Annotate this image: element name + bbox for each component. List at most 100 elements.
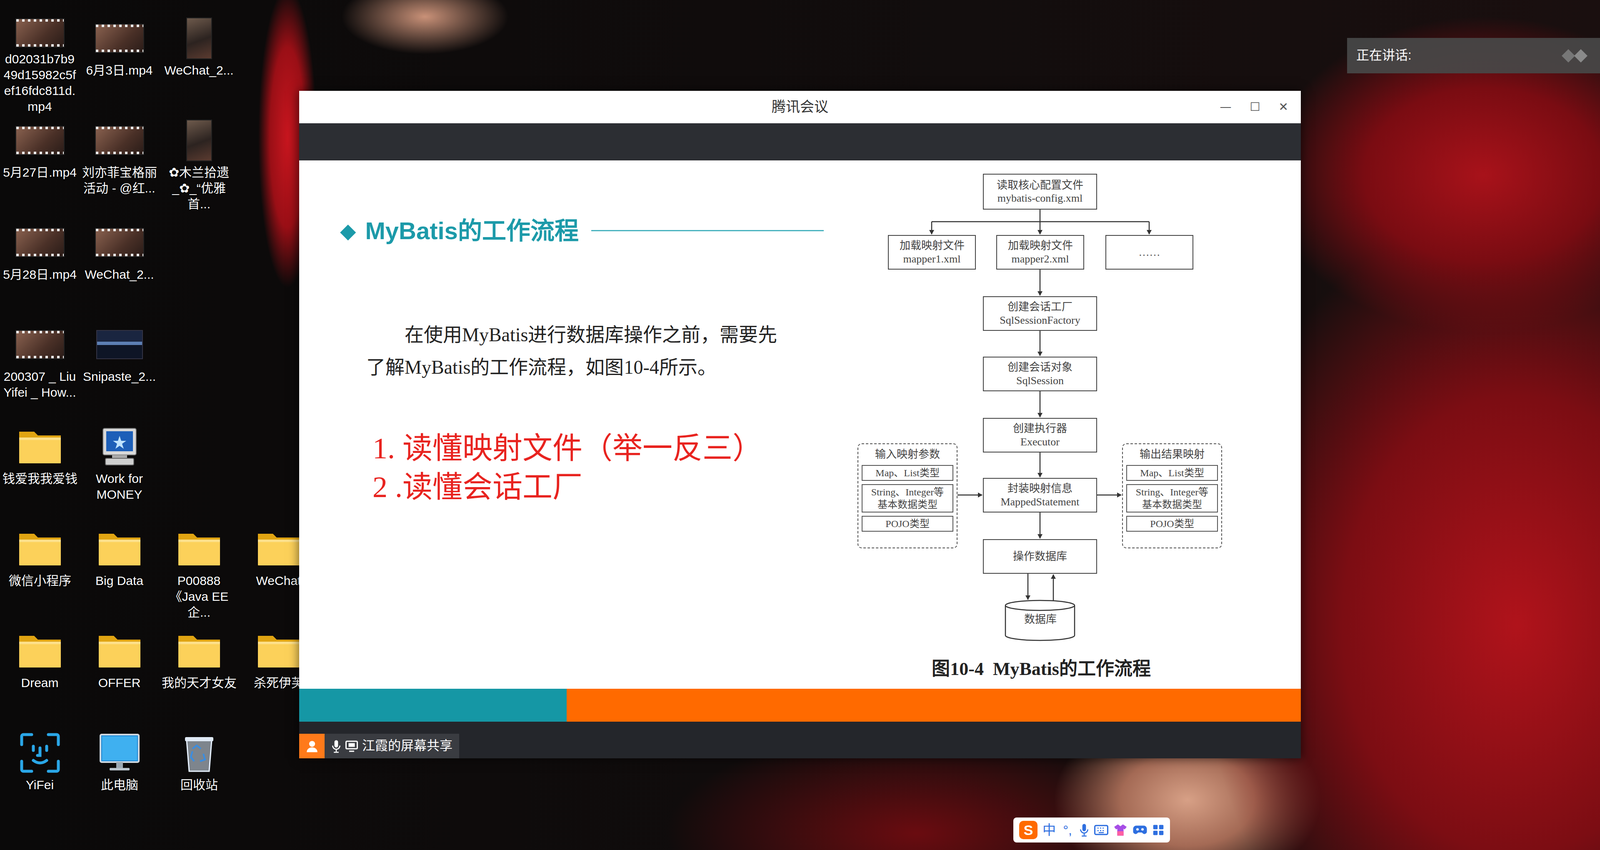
icon-label: 微信小程序 [2, 572, 78, 589]
slide-title: MyBatis的工作流程 [365, 215, 579, 247]
desktop-icon[interactable]: YiFei [0, 727, 80, 830]
person-icon[interactable] [299, 733, 325, 759]
output-mapping-group: 输出结果映射Map、List类型String、Integer等基本数据类型POJ… [1122, 443, 1223, 549]
flow-node: 封装映射信息MappedStatement [982, 477, 1098, 513]
thumbnail [95, 23, 145, 53]
flow-node: 操作数据库 [982, 539, 1098, 574]
desktop-row: 200307 _ Liu Yifei _ How...Snipaste_2... [0, 318, 319, 421]
ime-mode-button[interactable]: °, [1060, 822, 1075, 838]
mic-icon[interactable] [1079, 823, 1090, 837]
shirt-icon[interactable] [1113, 823, 1128, 837]
node-line: 操作数据库 [1012, 550, 1068, 563]
maximize-button[interactable]: ☐ [1249, 98, 1260, 116]
node-line: 加载映射文件 [1007, 239, 1073, 253]
share-label[interactable]: 江霞的屏幕共享 [324, 733, 460, 759]
meeting-window: 腾讯会议 — ☐ ✕ ◆ MyBatis的工作流程在使用MyBatis进行数据库操作之… [299, 90, 1301, 759]
speaking-label: 正在讲话: [1356, 45, 1412, 66]
desktop-icon[interactable]: 回收站 [159, 727, 239, 830]
key-point: 1. 读懂映射文件（举一反三） [372, 429, 858, 468]
title-bar: 腾讯会议 — ☐ ✕ [299, 90, 1301, 124]
group-item: Map、List类型 [861, 465, 954, 481]
icon-label: 刘亦菲宝格丽活动 - @红... [81, 164, 158, 197]
desktop-icon[interactable]: 钱爱我我爱钱 [0, 420, 80, 523]
diamond-icon: ◆ [340, 220, 356, 242]
folder-icon [256, 527, 302, 570]
folder-icon [17, 527, 63, 570]
desktop-icon[interactable]: ✿木兰拾遗_✿_“优雅首... [159, 114, 239, 217]
icon-label: 200307 _ Liu Yifei _ How... [2, 368, 78, 401]
grid-icon[interactable] [1152, 824, 1165, 836]
computer-icon [99, 425, 140, 468]
window-controls: — ☐ ✕ [1219, 98, 1301, 116]
item-line: POJO类型 [863, 517, 952, 530]
group-item: POJO类型 [861, 515, 954, 532]
desktop-icon[interactable]: WeChat_2... [79, 216, 160, 319]
desktop-icon[interactable]: 200307 _ Liu Yifei _ How... [0, 318, 80, 421]
desktop-icon[interactable]: P00888《Java EE企... [159, 522, 239, 625]
desktop-row: YiFei此电脑回收站 [0, 727, 319, 830]
minimize-button[interactable]: — [1219, 98, 1232, 116]
close-button[interactable]: ✕ [1278, 98, 1289, 116]
folder-icon [17, 425, 63, 468]
keyboard-icon[interactable] [1094, 824, 1109, 836]
item-line: 基本数据类型 [863, 498, 952, 511]
face-id-icon [19, 732, 61, 774]
icon-label: 5月27日.mp4 [2, 164, 78, 181]
key-point: 2 .读懂会话工厂 [372, 467, 858, 507]
icon-label: WeChat_2... [81, 266, 158, 283]
node-line: mybatis-config.xml [997, 191, 1083, 205]
desktop-icon[interactable]: Big Data [79, 522, 160, 625]
flow-diagram: 读取核心配置文件mybatis-config.xml加载映射文件mapper1.… [857, 168, 1225, 686]
desktop-icon[interactable]: d02031b7b949d15982c5fef16fdc811d.mp4 [0, 12, 80, 115]
desktop-icon[interactable]: 6月3日.mp4 [79, 12, 160, 115]
node-line: SqlSession [1016, 374, 1064, 388]
slide-paragraph: 在使用MyBatis进行数据库操作之前，需要先了解MyBatis的工作流程，如图… [366, 318, 858, 384]
desktop-icon[interactable]: 5月28日.mp4 [0, 216, 80, 319]
group-item: String、Integer等基本数据类型 [1126, 484, 1218, 513]
desktop-icon[interactable]: 5月27日.mp4 [0, 114, 80, 217]
node-line: SqlSessionFactory [999, 313, 1081, 327]
desktop-icon[interactable]: Work for MONEY [79, 420, 160, 523]
icon-label: Work for MONEY [81, 470, 158, 503]
thumbnail [15, 227, 65, 258]
group-item: Map、List类型 [1126, 465, 1218, 481]
group-title: 输出结果映射 [1126, 447, 1218, 462]
desktop-icon[interactable]: Dream [0, 625, 80, 728]
group-title: 输入映射参数 [861, 447, 954, 462]
desktop-icon[interactable]: Snipaste_2... [79, 318, 160, 421]
icon-label: WeChat_2... [161, 62, 237, 79]
desktop-icon[interactable]: OFFER [79, 625, 160, 728]
desktop-icon[interactable]: 此电脑 [79, 727, 160, 830]
sogou-logo-icon[interactable]: S [1019, 820, 1038, 840]
desktop-icon[interactable]: 我的天才女友 [159, 625, 239, 728]
thumbnail [186, 17, 213, 60]
input-mapping-group: 输入映射参数Map、List类型String、Integer等基本数据类型POJ… [857, 443, 958, 549]
video-icon [95, 119, 145, 162]
speaking-panel: 正在讲话: [1347, 37, 1600, 74]
desktop-icon[interactable]: WeChat_2... [159, 12, 239, 115]
folder-icon [256, 630, 302, 672]
gamepad-icon[interactable] [1132, 824, 1148, 836]
thumbnail [186, 119, 213, 162]
monitor-icon [97, 732, 142, 774]
desktop-icon[interactable]: 刘亦菲宝格丽活动 - @红... [79, 114, 160, 217]
desktop-row: d02031b7b949d15982c5fef16fdc811d.mp46月3日… [0, 12, 319, 115]
icon-label: d02031b7b949d15982c5fef16fdc811d.mp4 [2, 51, 78, 115]
node-line: 加载映射文件 [899, 239, 965, 253]
desktop-row: 5月28日.mp4WeChat_2... [0, 216, 319, 319]
thumbnail [95, 125, 145, 155]
video-icon [15, 221, 65, 264]
item-line: Map、List类型 [1127, 466, 1217, 480]
image-icon [96, 323, 143, 366]
slide-footer [299, 688, 1301, 722]
desktop-row: DreamOFFER我的天才女友杀死伊芙 [0, 625, 319, 728]
icon-label: 5月28日.mp4 [2, 266, 78, 283]
ime-mode-button[interactable]: 中 [1042, 822, 1056, 838]
window-title: 腾讯会议 [771, 96, 829, 118]
video-icon [15, 119, 65, 162]
desktop-icon[interactable]: 微信小程序 [0, 522, 80, 625]
thumbnail [95, 227, 145, 258]
video-icon [15, 323, 65, 366]
flow-node: 加载映射文件mapper2.xml [996, 235, 1085, 270]
ime-toolbar: S中°, [1013, 817, 1170, 843]
